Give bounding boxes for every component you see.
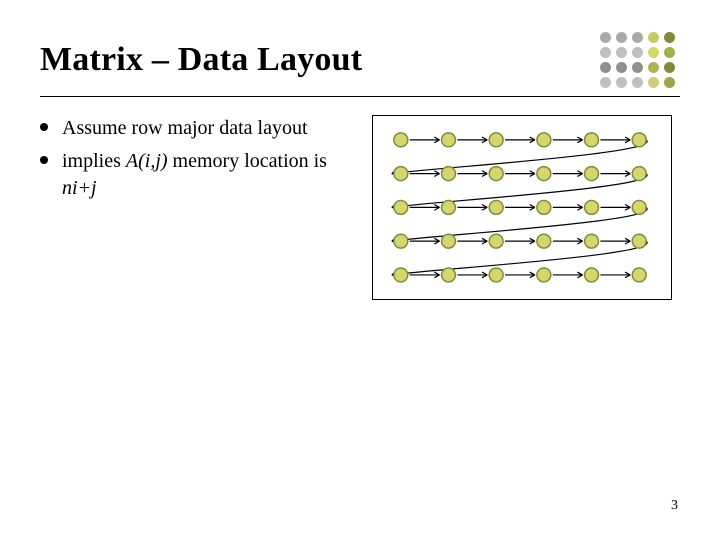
deco-dot: [632, 47, 643, 58]
bullet-item: implies A(i,j) memory location is ni+j: [40, 148, 340, 202]
deco-dot: [664, 47, 675, 58]
row-major-diagram: [372, 115, 672, 300]
deco-dot: [632, 32, 643, 43]
deco-dot: [648, 32, 659, 43]
diagram-svg: [373, 116, 671, 300]
deco-dot: [632, 62, 643, 73]
bullet-italic: ni+j: [62, 177, 97, 199]
deco-dot: [648, 62, 659, 73]
deco-dot: [648, 77, 659, 88]
deco-dot: [664, 62, 675, 73]
page-number: 3: [671, 498, 678, 514]
deco-dot: [600, 62, 611, 73]
bullet-text: memory location is: [168, 150, 327, 172]
deco-dot: [600, 77, 611, 88]
bullet-italic: A(i,j): [126, 150, 168, 172]
bullet-text: implies: [62, 150, 126, 172]
deco-dot: [648, 47, 659, 58]
page-title: Matrix – Data Layout: [40, 41, 362, 79]
deco-dot: [664, 77, 675, 88]
content-row: Assume row major data layout implies A(i…: [40, 115, 680, 300]
deco-dot: [600, 47, 611, 58]
deco-dot: [664, 32, 675, 43]
bullet-text: Assume row major data layout: [62, 117, 308, 139]
deco-dot: [632, 77, 643, 88]
deco-dot: [616, 62, 627, 73]
deco-dot: [616, 32, 627, 43]
bullet-list: Assume row major data layout implies A(i…: [40, 115, 340, 208]
deco-dot: [600, 32, 611, 43]
title-row: Matrix – Data Layout: [40, 32, 680, 97]
deco-dot: [616, 77, 627, 88]
deco-dot: [616, 47, 627, 58]
slide: Matrix – Data Layout Assume row major da…: [0, 0, 720, 540]
bullet-item: Assume row major data layout: [40, 115, 340, 142]
dot-pattern-icon: [560, 32, 680, 88]
